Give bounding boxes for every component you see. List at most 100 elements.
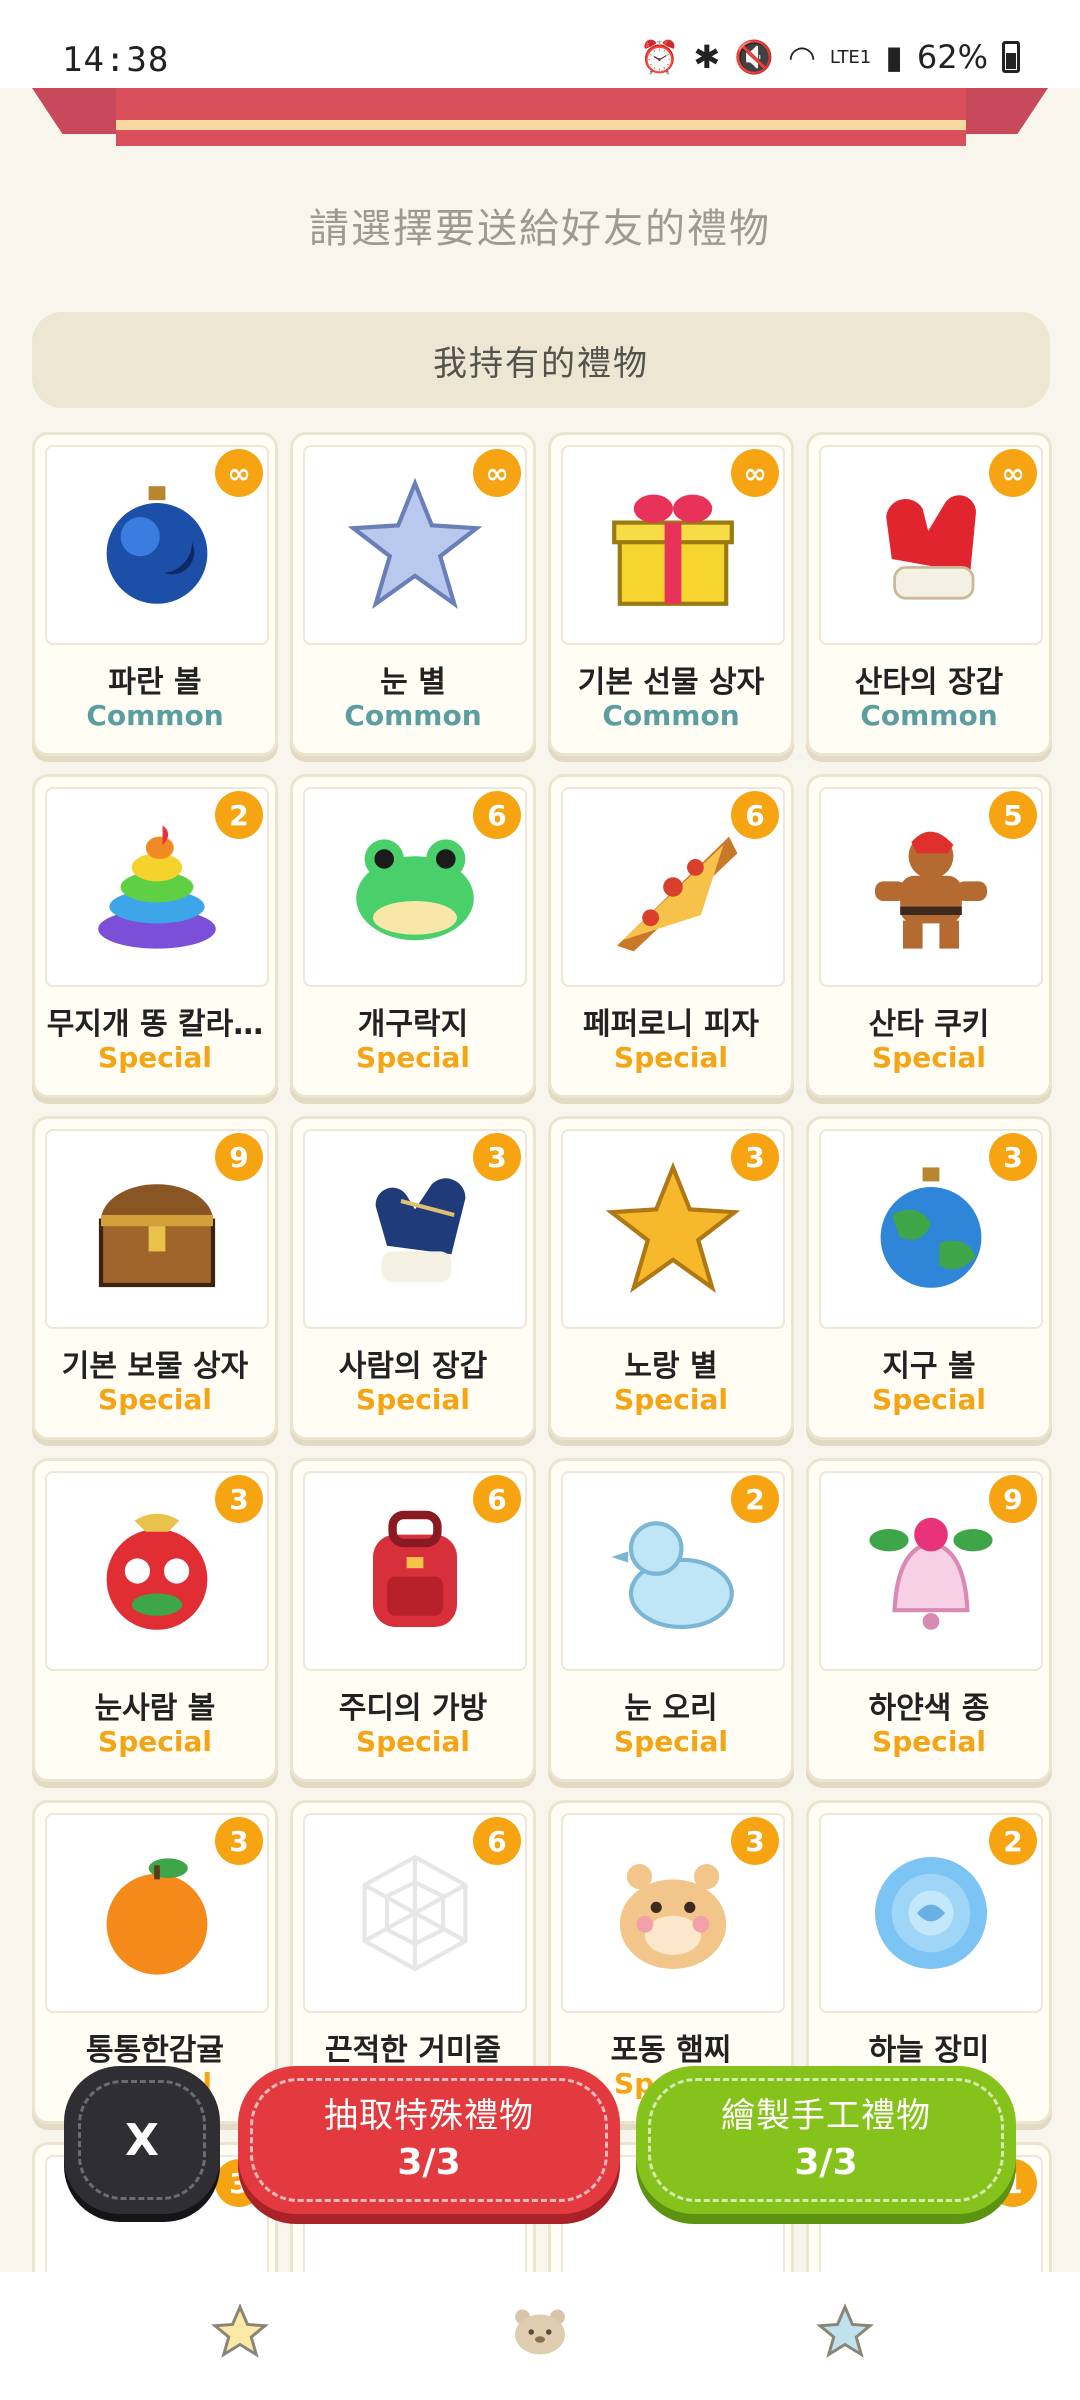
gift-card[interactable]: 6 주디의 가방 Special — [290, 1458, 536, 1782]
gift-rarity: Special — [872, 1383, 986, 1416]
alarm-icon: ⏰ — [639, 38, 680, 76]
gingerbread-icon — [875, 831, 987, 949]
earth-ornament-icon — [880, 1167, 982, 1288]
ribbon-stripe — [116, 120, 966, 130]
gift-name: 노랑 별 — [624, 1349, 718, 1384]
gift-name: 사람의 장갑 — [338, 1349, 488, 1384]
wifi-icon: ◠ — [787, 38, 816, 76]
gift-card[interactable]: 3 눈사람 볼 Special — [32, 1458, 278, 1782]
quantity-badge: 3 — [215, 1475, 263, 1523]
red-mitten-icon — [886, 495, 976, 600]
gift-card[interactable]: 2 무지개 똥 칼라… Special — [32, 774, 278, 1098]
battery-icon — [1002, 41, 1020, 73]
draw-button-count: 3/3 — [397, 2142, 461, 2183]
bear-tab-icon[interactable] — [510, 2302, 570, 2362]
gift-card[interactable]: 2 눈 오리 Special — [548, 1458, 794, 1782]
hamster-icon — [619, 1864, 727, 1969]
ribbon-center — [116, 88, 966, 146]
gift-card[interactable]: ∞ 기본 선물 상자 Common — [548, 432, 794, 756]
blue-star-tab-icon[interactable] — [815, 2302, 875, 2362]
gift-card[interactable]: 9 하얀색 종 Special — [806, 1458, 1052, 1782]
gift-name: 기본 선물 상자 — [577, 665, 765, 700]
gift-name: 무지개 똥 칼라… — [46, 1007, 264, 1042]
quantity-badge: 9 — [215, 1133, 263, 1181]
snowman-ornament-icon — [106, 1513, 208, 1630]
gift-card[interactable]: 3 노랑 별 Special — [548, 1116, 794, 1440]
gift-rarity: Common — [602, 699, 740, 732]
craft-button-label: 繪製手工禮物 — [721, 2096, 931, 2136]
quantity-badge: 3 — [731, 1133, 779, 1181]
status-time: 14:38 — [62, 40, 170, 80]
gift-rarity: Common — [344, 699, 482, 732]
quantity-badge: 3 — [989, 1133, 1037, 1181]
gift-name: 눈사람 볼 — [94, 1691, 216, 1726]
quantity-badge: ∞ — [473, 449, 521, 497]
snow-duck-icon — [611, 1521, 734, 1630]
gift-rarity: Special — [98, 1041, 212, 1074]
quantity-badge: 5 — [989, 791, 1037, 839]
pizza-icon — [617, 836, 738, 952]
gift-card[interactable]: 6 페퍼로니 피자 Special — [548, 774, 794, 1098]
blue-ornament-icon — [106, 486, 208, 604]
bottom-nav — [0, 2272, 1080, 2400]
quantity-badge: 2 — [215, 791, 263, 839]
gift-name: 기본 보물 상자 — [61, 1349, 249, 1384]
quantity-badge: ∞ — [989, 449, 1037, 497]
rainbow-poop-icon — [98, 825, 216, 949]
quantity-badge: 3 — [731, 1817, 779, 1865]
section-title: 我持有的禮物 — [433, 343, 649, 384]
gift-rarity: Special — [872, 1725, 986, 1758]
close-icon: X — [125, 2114, 159, 2166]
gift-rarity: Special — [872, 1041, 986, 1074]
gift-name: 개구락지 — [357, 1007, 469, 1042]
gift-name: 눈 오리 — [624, 1691, 718, 1726]
gift-name: 하늘 장미 — [868, 2033, 990, 2068]
quantity-badge: 2 — [989, 1817, 1037, 1865]
gift-rarity: Common — [86, 699, 224, 732]
gift-card[interactable]: 5 산타 쿠키 Special — [806, 774, 1052, 1098]
bluetooth-icon: ✱ — [693, 38, 721, 76]
frog-icon — [356, 839, 474, 941]
spiderweb-icon — [362, 1854, 468, 1972]
gift-name: 포동 햄찌 — [610, 2033, 732, 2068]
gift-name: 산타 쿠키 — [868, 1007, 990, 1042]
gift-name: 주디의 가방 — [338, 1691, 488, 1726]
close-button[interactable]: X — [64, 2066, 220, 2214]
gift-name: 파란 볼 — [108, 665, 202, 700]
signal-icon: ▮ — [885, 38, 903, 76]
gift-name: 산타의 장갑 — [854, 665, 1004, 700]
quantity-badge: 2 — [731, 1475, 779, 1523]
mute-icon: 🔇 — [734, 38, 774, 76]
tangerine-icon — [106, 1858, 208, 1975]
gift-card[interactable]: 9 기본 보물 상자 Special — [32, 1116, 278, 1440]
backpack-icon — [373, 1510, 457, 1627]
draw-special-gift-button[interactable]: 抽取特殊禮物 3/3 — [238, 2066, 620, 2214]
gift-name: 끈적한 거미줄 — [324, 2033, 502, 2068]
quantity-badge: 3 — [215, 1817, 263, 1865]
gift-rarity: Special — [356, 1383, 470, 1416]
star-tab-icon[interactable] — [210, 2302, 270, 2362]
section-header: 我持有的禮物 — [32, 312, 1050, 408]
gift-card[interactable]: ∞ 눈 별 Common — [290, 432, 536, 756]
gift-name: 페퍼로니 피자 — [582, 1007, 760, 1042]
craft-gift-button[interactable]: 繪製手工禮物 3/3 — [636, 2066, 1016, 2214]
gift-rarity: Common — [860, 699, 998, 732]
gift-rarity: Special — [356, 1041, 470, 1074]
quantity-badge: ∞ — [731, 449, 779, 497]
gift-card[interactable]: ∞ 파란 볼 Common — [32, 432, 278, 756]
gift-card[interactable]: 3 지구 볼 Special — [806, 1116, 1052, 1440]
gift-rarity: Special — [614, 1041, 728, 1074]
battery-percent: 62% — [916, 38, 988, 76]
gift-name: 눈 별 — [380, 665, 446, 700]
quantity-badge: 6 — [473, 791, 521, 839]
draw-button-label: 抽取特殊禮物 — [324, 2096, 534, 2136]
gift-box-icon — [612, 494, 734, 606]
snow-star-icon — [347, 477, 483, 610]
quantity-badge: 9 — [989, 1475, 1037, 1523]
gift-card[interactable]: 3 사람의 장갑 Special — [290, 1116, 536, 1440]
yellow-star-icon — [605, 1161, 741, 1294]
gift-card[interactable]: ∞ 산타의 장갑 Common — [806, 432, 1052, 756]
gift-grid: ∞ 파란 볼 Common ∞ 눈 별 Common ∞ 기본 선물 상자 Common ∞ 산타의… — [32, 432, 1052, 2272]
gift-card[interactable]: 6 개구락지 Special — [290, 774, 536, 1098]
gift-rarity: Special — [98, 1383, 212, 1416]
